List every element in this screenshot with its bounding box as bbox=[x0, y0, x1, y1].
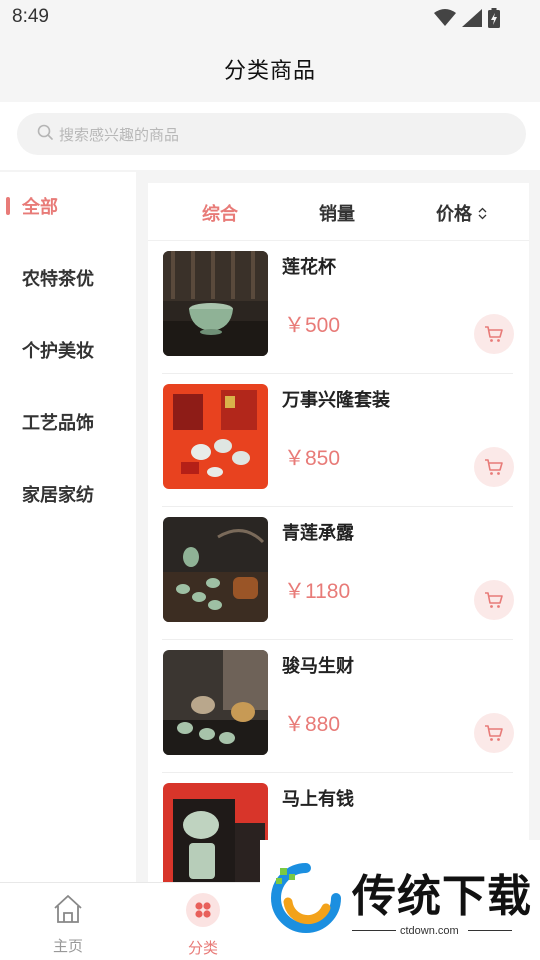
add-to-cart-button[interactable] bbox=[474, 447, 514, 487]
sidebar-item-beauty[interactable]: 个护美妆 bbox=[0, 325, 136, 375]
product-item[interactable]: 骏马生财 ￥880 bbox=[148, 640, 529, 773]
status-bar: 8:49 bbox=[0, 0, 540, 36]
sort-arrows-icon bbox=[478, 207, 487, 220]
product-price: ￥880 bbox=[284, 713, 341, 736]
nav-label: 分类 bbox=[187, 939, 218, 957]
wifi-icon bbox=[434, 9, 456, 31]
product-image-instant-wealth[interactable] bbox=[163, 783, 268, 883]
divider bbox=[352, 930, 396, 931]
cart-icon bbox=[485, 725, 503, 741]
watermark: 传统下载 ctdown.com bbox=[260, 840, 540, 960]
tab-label: 价格 bbox=[436, 204, 472, 225]
tab-label: 综合 bbox=[202, 204, 238, 225]
sidebar-item-label: 家居家纺 bbox=[22, 485, 94, 506]
product-price: ￥500 bbox=[284, 314, 341, 337]
sidebar-item-label: 全部 bbox=[22, 197, 58, 218]
category-sidebar: 全部 农特茶优 个护美妆 工艺品饰 家居家纺 bbox=[0, 172, 136, 882]
product-image-prosperity-set[interactable] bbox=[163, 384, 268, 489]
signal-icon bbox=[462, 9, 482, 31]
search-icon bbox=[37, 124, 53, 144]
product-name: 骏马生财 bbox=[282, 656, 354, 677]
search-input[interactable]: 搜索感兴趣的商品 bbox=[17, 113, 526, 155]
sort-tabs: 综合 销量 价格 bbox=[148, 183, 529, 241]
watermark-logo bbox=[268, 862, 344, 938]
cart-icon bbox=[485, 592, 503, 608]
product-item[interactable]: 万事兴隆套装 ￥850 bbox=[148, 374, 529, 507]
cart-icon bbox=[485, 326, 503, 342]
divider bbox=[468, 930, 512, 931]
category-icon bbox=[185, 893, 221, 931]
sidebar-item-crafts[interactable]: 工艺品饰 bbox=[0, 397, 136, 447]
status-icons bbox=[434, 8, 500, 32]
nav-label: 主页 bbox=[52, 937, 83, 955]
product-image-lotus-dew[interactable] bbox=[163, 517, 268, 622]
status-time: 8:49 bbox=[12, 6, 49, 27]
search-area: 搜索感兴趣的商品 bbox=[0, 102, 540, 170]
product-image-lotus-cup[interactable] bbox=[163, 251, 268, 356]
product-item[interactable]: 莲花杯 ￥500 bbox=[148, 241, 529, 374]
page-title: 分类商品 bbox=[223, 59, 316, 84]
watermark-url: ctdown.com bbox=[400, 925, 459, 937]
product-name: 马上有钱 bbox=[282, 789, 354, 810]
battery-icon bbox=[488, 8, 500, 32]
product-name: 莲花杯 bbox=[282, 257, 336, 278]
search-placeholder: 搜索感兴趣的商品 bbox=[59, 125, 180, 144]
product-item[interactable]: 青莲承露 ￥1180 bbox=[148, 507, 529, 640]
nav-category[interactable]: 分类 bbox=[168, 893, 238, 958]
nav-home[interactable]: 主页 bbox=[33, 893, 103, 956]
product-price: ￥1180 bbox=[284, 580, 351, 603]
tab-price[interactable]: 价格 bbox=[436, 200, 487, 226]
sidebar-item-home-textile[interactable]: 家居家纺 bbox=[0, 469, 136, 519]
product-price: ￥850 bbox=[284, 447, 341, 470]
add-to-cart-button[interactable] bbox=[474, 314, 514, 354]
home-icon bbox=[52, 893, 84, 929]
tab-sales[interactable]: 销量 bbox=[319, 200, 355, 226]
product-name: 青莲承露 bbox=[282, 523, 354, 544]
product-name: 万事兴隆套装 bbox=[282, 390, 390, 411]
product-image-horse-fortune[interactable] bbox=[163, 650, 268, 755]
active-indicator bbox=[6, 197, 10, 215]
product-panel: 综合 销量 价格 莲花杯 ￥500 万事兴隆套装 ￥850 青莲承露 ￥1180… bbox=[148, 183, 529, 883]
sidebar-item-farm-tea[interactable]: 农特茶优 bbox=[0, 253, 136, 303]
sidebar-item-label: 农特茶优 bbox=[22, 269, 94, 290]
add-to-cart-button[interactable] bbox=[474, 713, 514, 753]
tab-comprehensive[interactable]: 综合 bbox=[202, 200, 238, 226]
watermark-title: 传统下载 bbox=[352, 871, 532, 922]
cart-icon bbox=[485, 459, 503, 475]
sidebar-item-label: 工艺品饰 bbox=[22, 413, 94, 434]
add-to-cart-button[interactable] bbox=[474, 580, 514, 620]
sidebar-item-all[interactable]: 全部 bbox=[0, 181, 136, 231]
title-bar: 分类商品 bbox=[0, 36, 540, 102]
sidebar-item-label: 个护美妆 bbox=[22, 341, 94, 362]
tab-label: 销量 bbox=[319, 204, 355, 225]
